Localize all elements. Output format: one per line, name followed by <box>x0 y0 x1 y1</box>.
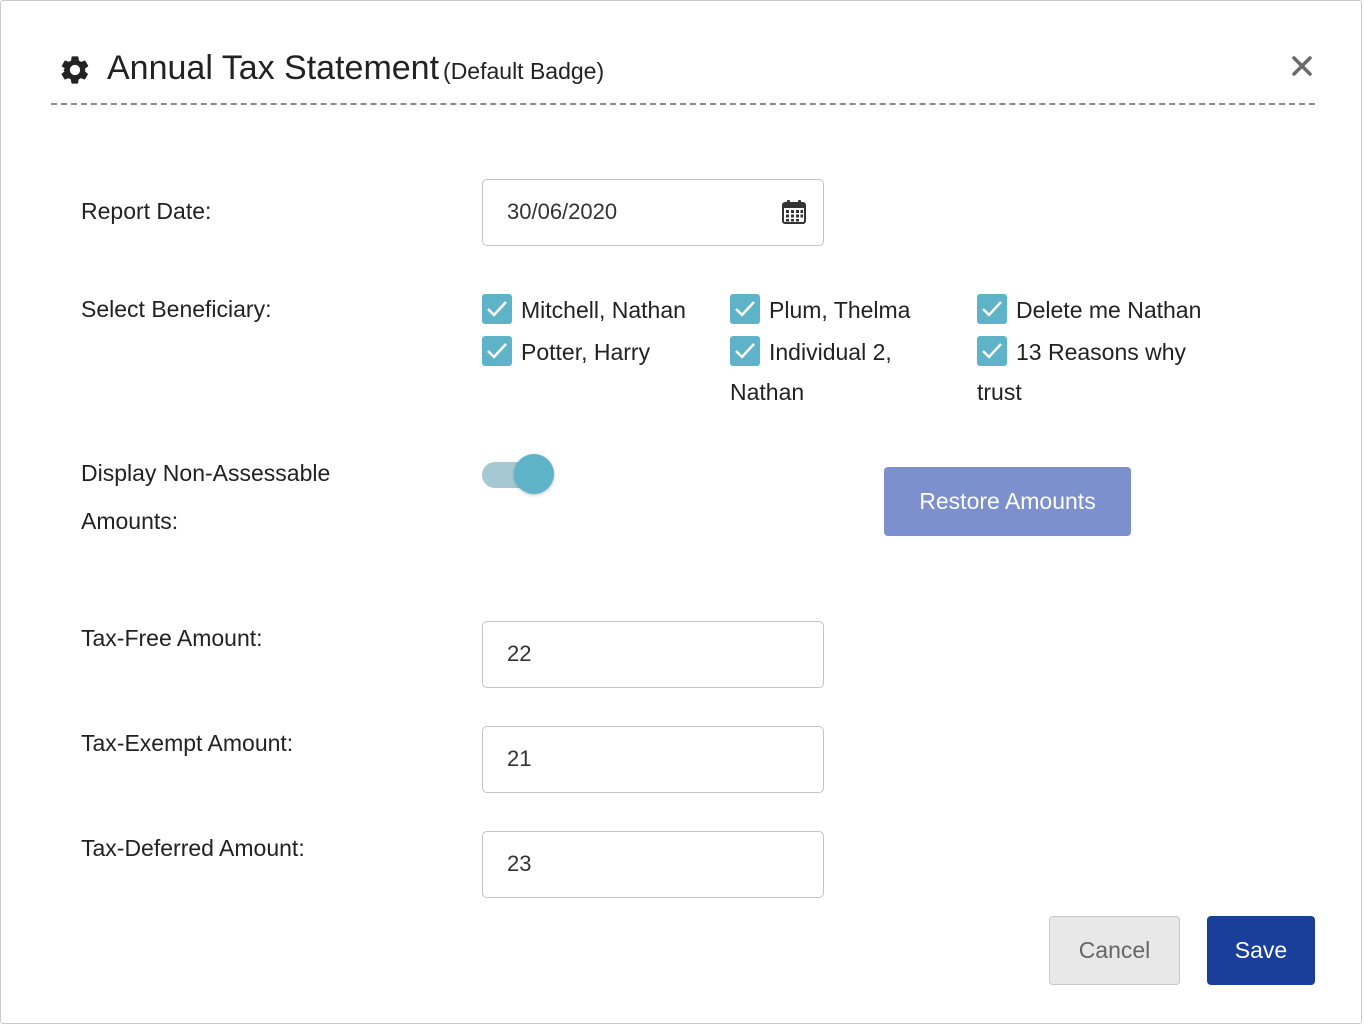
dialog-title-text: Annual Tax Statement <box>107 49 440 87</box>
report-date-label: Report Date: <box>81 198 212 224</box>
checkbox-checked-icon[interactable] <box>730 336 760 366</box>
tax-exempt-value: 21 <box>507 746 532 771</box>
beneficiary-label: Potter, Harry <box>521 339 651 365</box>
dialog-header: Annual Tax Statement (Default Badge) <box>51 39 1315 105</box>
tax-exempt-label: Tax-Exempt Amount: <box>81 730 294 756</box>
report-date-input[interactable]: 30/06/2020 <box>482 179 824 246</box>
non-assessable-toggle[interactable] <box>482 454 556 496</box>
dialog-title: Annual Tax Statement (Default Badge) <box>107 49 604 88</box>
select-beneficiary-label: Select Beneficiary: <box>81 296 272 322</box>
beneficiary-checkbox-plum-thelma[interactable]: Plum, Thelma <box>730 290 910 330</box>
checkbox-checked-icon[interactable] <box>482 336 512 366</box>
toggle-knob[interactable] <box>514 454 554 494</box>
tax-free-value: 22 <box>507 641 532 666</box>
dialog-subtitle: (Default Badge) <box>443 58 605 84</box>
beneficiary-label: Individual 2, <box>769 339 892 365</box>
report-date-value: 30/06/2020 <box>507 199 618 224</box>
gear-icon <box>61 56 89 84</box>
checkbox-checked-icon[interactable] <box>730 294 760 324</box>
tax-free-label: Tax-Free Amount: <box>81 625 263 651</box>
tax-exempt-input[interactable]: 21 <box>482 726 824 793</box>
beneficiary-checkbox-delete-me-nathan[interactable]: Delete me Nathan <box>977 290 1201 330</box>
beneficiary-checkbox-13-reasons-why-trust[interactable]: 13 Reasons why trust <box>977 332 1186 412</box>
annual-tax-statement-dialog: Annual Tax Statement (Default Badge) Repo… <box>0 0 1362 1024</box>
beneficiary-label: Mitchell, Nathan <box>521 297 686 323</box>
tax-deferred-label: Tax-Deferred Amount: <box>81 835 305 861</box>
save-button[interactable]: Save <box>1207 916 1315 985</box>
non-assessable-label: Display Non-Assessable Amounts: <box>81 449 330 545</box>
non-assessable-label-line1: Display Non-Assessable <box>81 460 331 486</box>
beneficiary-label: Delete me Nathan <box>1016 297 1202 323</box>
beneficiary-checkbox-individual-2-nathan[interactable]: Individual 2, Nathan <box>730 332 892 412</box>
calendar-icon[interactable] <box>781 199 807 225</box>
checkbox-checked-icon[interactable] <box>977 336 1007 366</box>
non-assessable-label-line2: Amounts: <box>81 508 179 534</box>
beneficiary-checkbox-mitchell-nathan[interactable]: Mitchell, Nathan <box>482 290 686 330</box>
tax-free-input[interactable]: 22 <box>482 621 824 688</box>
tax-deferred-input[interactable]: 23 <box>482 831 824 898</box>
beneficiary-label-continued: trust <box>977 379 1022 405</box>
cancel-button[interactable]: Cancel <box>1049 916 1180 985</box>
close-icon[interactable] <box>1289 53 1315 79</box>
beneficiary-label: 13 Reasons why <box>1016 339 1187 365</box>
beneficiary-checkbox-potter-harry[interactable]: Potter, Harry <box>482 332 650 372</box>
checkbox-checked-icon[interactable] <box>482 294 512 324</box>
tax-deferred-value: 23 <box>507 851 532 876</box>
beneficiary-label-continued: Nathan <box>730 379 805 405</box>
checkbox-checked-icon[interactable] <box>977 294 1007 324</box>
beneficiary-label: Plum, Thelma <box>769 297 911 323</box>
restore-amounts-button[interactable]: Restore Amounts <box>884 467 1131 536</box>
